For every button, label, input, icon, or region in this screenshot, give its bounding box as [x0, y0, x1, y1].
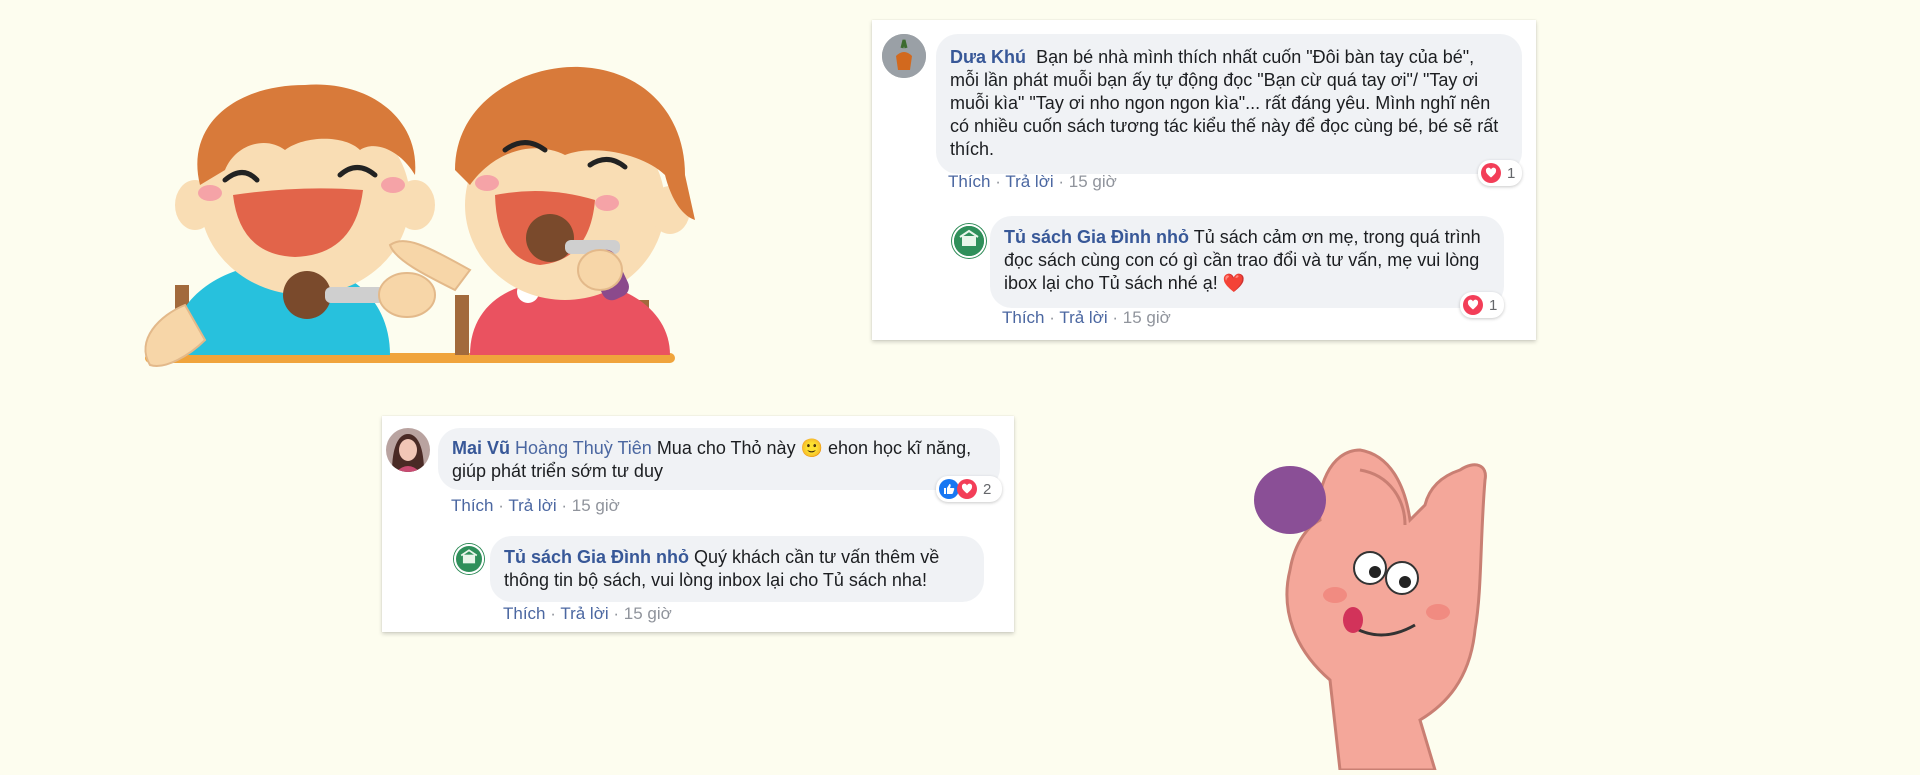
- separator: ·: [498, 496, 509, 515]
- comment-time[interactable]: 15 giờ: [1069, 172, 1117, 191]
- separator: ·: [1058, 172, 1069, 191]
- reaction-badge[interactable]: 2: [936, 476, 1002, 502]
- tagged-user[interactable]: Hoàng Thuỳ Tiên: [515, 438, 652, 458]
- reply-link[interactable]: Trả lời: [1005, 172, 1053, 191]
- two-kids-eating-illustration: [125, 55, 705, 375]
- comment-card: Dưa Khú Bạn bé nhà mình thích nhất cuốn …: [872, 20, 1536, 340]
- page-avatar[interactable]: [952, 224, 986, 258]
- reply-actions: Thích · Trả lời · 15 giờ: [1002, 308, 1171, 328]
- reaction-badge[interactable]: 1: [1460, 292, 1504, 318]
- comment-author[interactable]: Dưa Khú: [950, 47, 1026, 67]
- reply-actions: Thích · Trả lời · 15 giờ: [503, 604, 672, 624]
- like-link[interactable]: Thích: [503, 604, 546, 623]
- reply-time[interactable]: 15 giờ: [1123, 308, 1171, 327]
- comment-text: Bạn bé nhà mình thích nhất cuốn "Đôi bàn…: [950, 47, 1499, 159]
- reply-bubble: Tủ sách Gia Đình nhỏ Quý khách cần tư vấ…: [490, 536, 984, 602]
- avatar[interactable]: [386, 428, 430, 472]
- separator: ·: [1049, 308, 1060, 327]
- like-link[interactable]: Thích: [1002, 308, 1045, 327]
- love-icon: [957, 479, 977, 499]
- comment-bubble: Mai Vũ Hoàng Thuỳ Tiên Mua cho Thỏ này 🙂…: [438, 428, 1000, 490]
- separator: ·: [1112, 308, 1123, 327]
- like-icon: [939, 479, 959, 499]
- comment-actions: Thích · Trả lời · 15 giờ: [948, 172, 1117, 192]
- comment-bubble: Dưa Khú Bạn bé nhà mình thích nhất cuốn …: [936, 34, 1522, 174]
- comment-time[interactable]: 15 giờ: [572, 496, 620, 515]
- reply-link[interactable]: Trả lời: [508, 496, 556, 515]
- avatar[interactable]: [882, 34, 926, 78]
- comment-author[interactable]: Mai Vũ: [452, 438, 510, 458]
- separator: ·: [613, 604, 624, 623]
- reply-time[interactable]: 15 giờ: [624, 604, 672, 623]
- reply-author[interactable]: Tủ sách Gia Đình nhỏ: [504, 547, 689, 567]
- love-icon: [1481, 163, 1501, 183]
- comment-card: Mai Vũ Hoàng Thuỳ Tiên Mua cho Thỏ này 🙂…: [382, 416, 1014, 632]
- comment-actions: Thích · Trả lời · 15 giờ: [451, 496, 620, 516]
- reaction-count: 1: [1489, 296, 1498, 314]
- reply-bubble: Tủ sách Gia Đình nhỏ Tủ sách cảm ơn mẹ, …: [990, 216, 1504, 308]
- love-icon: [1463, 295, 1483, 315]
- separator: ·: [561, 496, 572, 515]
- reaction-badge[interactable]: 1: [1478, 160, 1522, 186]
- reaction-count: 1: [1507, 164, 1516, 182]
- reply-link[interactable]: Trả lời: [560, 604, 608, 623]
- separator: ·: [995, 172, 1006, 191]
- separator: ·: [550, 604, 561, 623]
- hand-holding-grape-illustration: [1220, 430, 1520, 772]
- like-link[interactable]: Thích: [948, 172, 991, 191]
- reply-author[interactable]: Tủ sách Gia Đình nhỏ: [1004, 227, 1189, 247]
- reaction-count: 2: [983, 480, 992, 498]
- like-link[interactable]: Thích: [451, 496, 494, 515]
- reply-link[interactable]: Trả lời: [1059, 308, 1107, 327]
- page-avatar[interactable]: [454, 544, 484, 574]
